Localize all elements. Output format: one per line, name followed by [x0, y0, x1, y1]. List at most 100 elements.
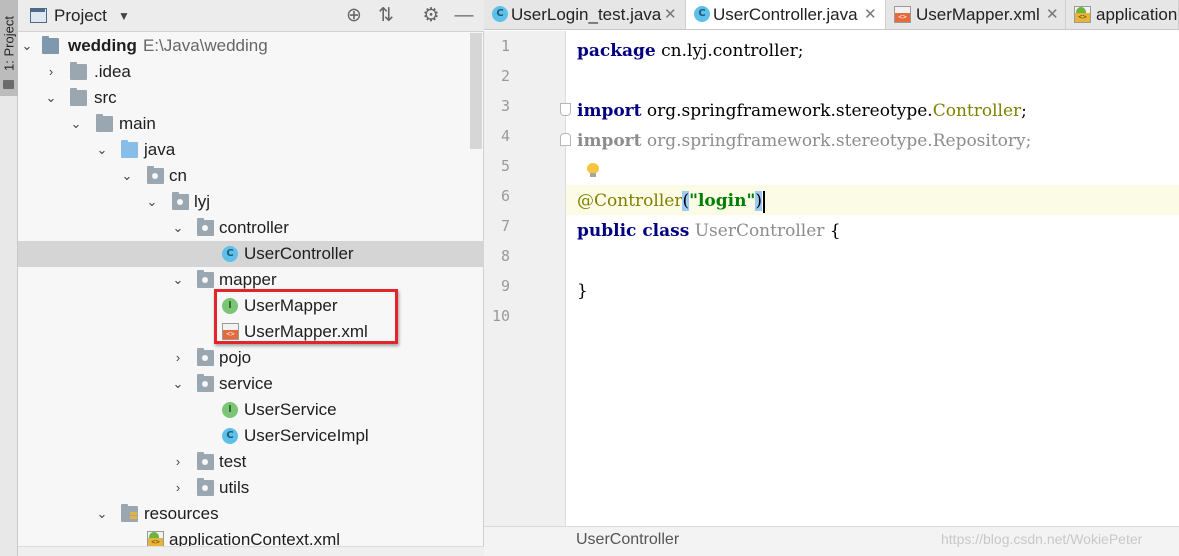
tab-label: UserMapper.xml [916, 5, 1040, 24]
project-tab-label: 1: Project [1, 16, 17, 71]
chevron-right-icon[interactable]: › [171, 475, 185, 501]
tree-item-userservice[interactable]: I UserService [18, 397, 484, 423]
tree-item-lyj[interactable]: ⌄ lyj [18, 189, 484, 215]
project-view-selector[interactable]: Project [54, 6, 107, 26]
folder-icon [96, 114, 113, 132]
line-number: 8 [500, 247, 510, 265]
minimize-icon[interactable]: — [452, 4, 476, 28]
class-icon: C [222, 246, 238, 262]
package-icon [172, 192, 189, 210]
tree-item-controller[interactable]: ⌄ controller [18, 215, 484, 241]
tab-userlogin-test[interactable]: C UserLogin_test.java ✕ [484, 0, 686, 29]
tree-item-wedding[interactable]: ⌄ wedding E:\Java\wedding [18, 33, 484, 59]
chevron-down-icon[interactable]: ⌄ [145, 189, 159, 215]
folder-icon [3, 80, 14, 89]
gear-icon[interactable]: ⚙ [419, 4, 443, 28]
folder-icon [70, 88, 87, 106]
highlight-annotation-box [214, 289, 398, 344]
class-icon: C [222, 428, 238, 444]
chevron-right-icon[interactable]: › [171, 345, 185, 371]
tree-item-service[interactable]: ⌄ service [18, 371, 484, 397]
tree-item-idea[interactable]: › .idea [18, 59, 484, 85]
code-token: package [577, 41, 656, 61]
source-folder-icon [121, 140, 138, 158]
watermark-text: https://blog.csdn.net/WokiePeter [941, 531, 1143, 547]
tab-usermapper-xml[interactable]: UserMapper.xml ✕ [886, 0, 1066, 29]
chevron-down-icon[interactable]: ⌄ [120, 163, 134, 189]
tab-applicationcontext[interactable]: application [1066, 0, 1179, 29]
tree-item-java[interactable]: ⌄ java [18, 137, 484, 163]
project-panel-header: Project ▼ ⊕ ⇅ ⚙ — [18, 0, 484, 32]
tree-item-label: lyj [194, 192, 211, 211]
tree-item-test[interactable]: › test [18, 449, 484, 475]
code-token: org.springframework.stereotype. [641, 101, 933, 121]
code-token: public class [577, 221, 690, 241]
interface-icon: I [222, 402, 238, 418]
vertical-scrollbar[interactable] [470, 33, 482, 149]
chevron-right-icon[interactable]: › [44, 59, 58, 85]
lightbulb-icon[interactable] [587, 163, 599, 177]
code-token: } [577, 281, 588, 301]
tree-item-resources[interactable]: ⌄ resources [18, 501, 484, 527]
text-cursor [762, 190, 765, 213]
tree-item-label: java [144, 140, 176, 159]
code-token: "login" [689, 191, 756, 211]
code-token: UserController [689, 221, 825, 241]
tab-usercontroller[interactable]: C UserController.java ✕ [686, 0, 886, 29]
chevron-down-icon[interactable]: ⌄ [171, 215, 185, 241]
breadcrumb: UserController https://blog.csdn.net/Wok… [484, 526, 1179, 556]
project-tool-window-tab[interactable]: 1: Project [0, 0, 18, 96]
folder-icon [70, 62, 87, 80]
chevron-down-icon[interactable]: ⌄ [95, 137, 109, 163]
tree-item-label: test [219, 452, 247, 471]
chevron-down-icon[interactable]: ▼ [118, 9, 130, 23]
chevron-down-icon[interactable]: ⌄ [171, 371, 185, 397]
close-icon[interactable]: ✕ [664, 0, 677, 29]
tree-item-usercontroller[interactable]: C UserController [18, 241, 484, 267]
tree-item-src[interactable]: ⌄ src [18, 85, 484, 111]
crosshair-icon[interactable]: ⊕ [342, 4, 366, 28]
line-number: 3 [500, 97, 510, 115]
line-number-gutter[interactable]: 1 2 3 4 5 6 7 8 9 10 [484, 31, 571, 526]
code-token: ; [1021, 101, 1027, 121]
tree-item-label: resources [144, 504, 219, 523]
tree-item-label: UserService [244, 400, 337, 419]
collapse-icon[interactable]: ⇅ [374, 4, 398, 28]
class-icon: C [694, 6, 710, 22]
close-icon[interactable]: ✕ [864, 0, 877, 29]
tree-item-userserviceimpl[interactable]: C UserServiceImpl [18, 423, 484, 449]
fold-icon[interactable] [560, 133, 571, 146]
chevron-right-icon[interactable]: › [171, 449, 185, 475]
line-number: 10 [491, 307, 510, 325]
tab-label: UserLogin_test.java [511, 5, 662, 24]
project-tree: ⌄ wedding E:\Java\wedding › .idea ⌄ src ⌄… [18, 33, 484, 556]
resources-folder-icon [121, 504, 138, 522]
package-icon [197, 478, 214, 496]
tree-item-label: src [94, 88, 117, 107]
tree-item-pojo[interactable]: › pojo [18, 345, 484, 371]
line-number: 5 [500, 157, 510, 175]
tree-item-utils[interactable]: › utils [18, 475, 484, 501]
fold-icon[interactable] [560, 103, 571, 116]
tree-item-label: wedding [68, 36, 137, 55]
chevron-down-icon[interactable]: ⌄ [95, 501, 109, 527]
project-panel: Project ▼ ⊕ ⇅ ⚙ — ⌄ wedding E:\Java\weddi… [18, 0, 484, 556]
tab-label: application [1096, 5, 1178, 24]
tree-item-label: service [219, 374, 273, 393]
breadcrumb-item[interactable]: UserController [576, 531, 679, 549]
chevron-down-icon[interactable]: ⌄ [171, 267, 185, 293]
horizontal-scrollbar[interactable] [18, 546, 484, 556]
code-token: @Controller [577, 191, 683, 211]
line-number: 6 [500, 187, 510, 205]
tree-item-main[interactable]: ⌄ main [18, 111, 484, 137]
close-icon[interactable]: ✕ [1046, 0, 1059, 29]
package-icon [147, 166, 164, 184]
chevron-down-icon[interactable]: ⌄ [44, 85, 58, 111]
project-view-icon [30, 8, 47, 23]
code-token: org.springframework.stereotype.Repositor… [641, 131, 1032, 151]
chevron-down-icon[interactable]: ⌄ [69, 111, 83, 137]
tree-item-cn[interactable]: ⌄ cn [18, 163, 484, 189]
tree-item-label: UserServiceImpl [244, 426, 369, 445]
tree-item-label: .idea [94, 62, 131, 81]
chevron-down-icon[interactable]: ⌄ [20, 33, 34, 59]
